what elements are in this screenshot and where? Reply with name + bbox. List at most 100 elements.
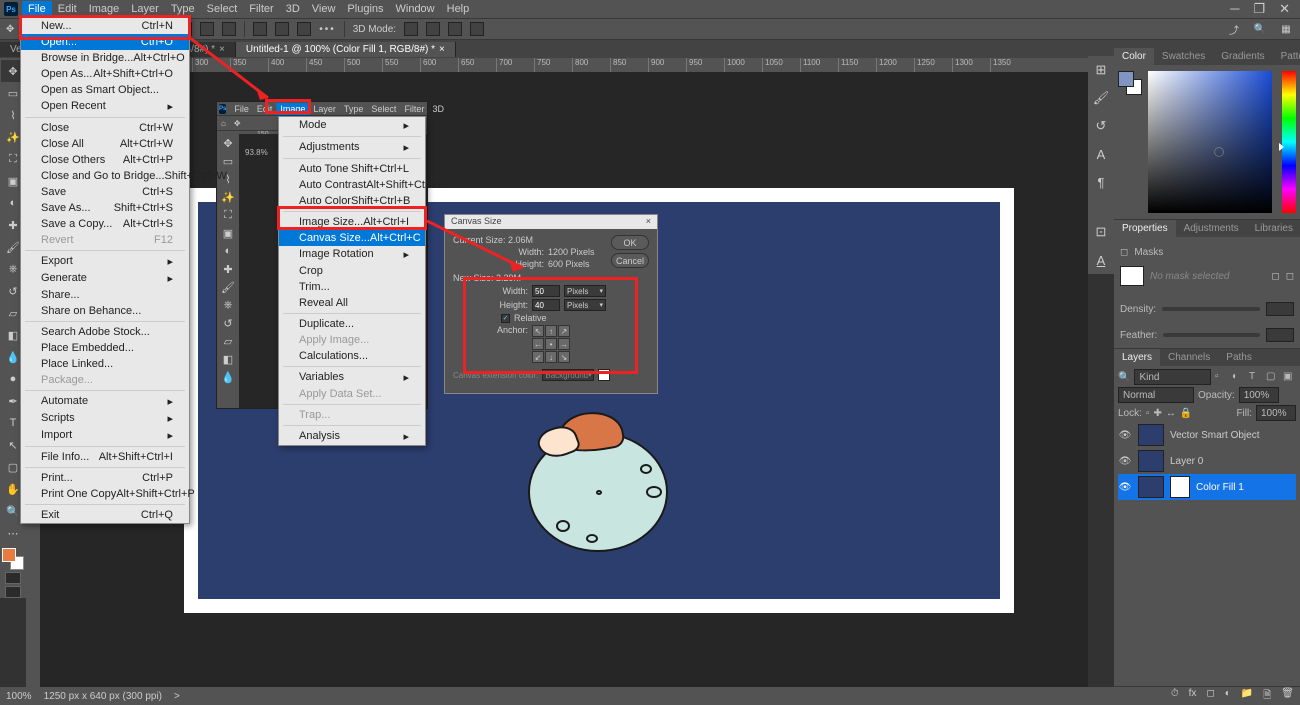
mask-icon[interactable]: ◻ <box>1286 271 1294 282</box>
lock-icon[interactable]: ▫ <box>1146 408 1150 419</box>
menu-file[interactable]: File <box>22 1 52 17</box>
3d-icon[interactable] <box>426 22 440 36</box>
menu-item[interactable]: File Info...Alt+Shift+Ctrl+I <box>21 449 189 465</box>
ok-button[interactable]: OK <box>611 235 649 250</box>
menu-item[interactable]: Search Adobe Stock... <box>21 324 189 340</box>
more-icon[interactable]: ••• <box>319 24 336 35</box>
menu-item[interactable]: Crop <box>279 263 425 279</box>
marquee-tool[interactable]: ▭ <box>220 153 236 169</box>
mask-icon[interactable]: ◻ <box>1271 271 1279 282</box>
edit-toolbar[interactable]: ⋯ <box>1 522 25 544</box>
align-icon[interactable] <box>200 22 214 36</box>
paragraph-icon[interactable]: ¶ <box>1092 174 1110 190</box>
style-icon[interactable]: A <box>1092 252 1110 268</box>
menu-view[interactable]: View <box>306 1 342 17</box>
maximize-icon[interactable]: ❐ <box>1253 1 1265 17</box>
lock-icon[interactable]: ↔ <box>1166 408 1176 419</box>
color-tab[interactable]: Color <box>1114 48 1154 65</box>
home-icon[interactable]: ⌂ <box>221 119 226 128</box>
filter-pixel-icon[interactable]: ▫ <box>1215 371 1228 384</box>
menu-item[interactable]: Open As...Alt+Shift+Ctrl+O <box>21 66 189 82</box>
menu-item[interactable]: Apply Data Set... <box>279 386 425 402</box>
menu-item[interactable]: Duplicate... <box>279 316 425 332</box>
menu-edit[interactable]: Edit <box>52 1 83 17</box>
menu-item[interactable]: RevertF12 <box>21 232 189 248</box>
menu-item[interactable]: Place Embedded... <box>21 340 189 356</box>
mask-thumbnail[interactable] <box>1120 266 1144 286</box>
menu-item[interactable]: Open Recent▸ <box>21 98 189 115</box>
search-icon[interactable]: 🔍 <box>1252 21 1268 37</box>
plugin-icon[interactable]: ⊞ <box>1092 62 1110 78</box>
width-input[interactable] <box>532 285 560 297</box>
fx-icon[interactable]: fx <box>1189 688 1197 705</box>
layer-row[interactable]: 👁 Vector Smart Object <box>1118 422 1296 448</box>
distribute-icon[interactable] <box>253 22 267 36</box>
glyphs-icon[interactable]: ⊡ <box>1092 224 1110 240</box>
menu-item[interactable]: Close and Go to Bridge...Shift+Ctrl+W <box>21 168 189 184</box>
extension-color-select[interactable]: Background <box>542 369 594 381</box>
new-layer-icon[interactable]: 🗎 <box>1263 688 1271 705</box>
menu-window[interactable]: Window <box>390 1 441 17</box>
menu-select[interactable]: Select <box>201 1 244 17</box>
gradient-tool[interactable]: ◧ <box>220 351 236 367</box>
fg-bg-swatches[interactable] <box>2 548 24 570</box>
menu-item[interactable]: Image Rotation▸ <box>279 246 425 263</box>
minimize-icon[interactable]: ─ <box>1230 1 1239 17</box>
menu-item[interactable]: Reveal All <box>279 295 425 311</box>
3d-icon[interactable] <box>448 22 462 36</box>
menu-item[interactable]: Image Size...Alt+Ctrl+I <box>279 214 425 230</box>
menu-item[interactable]: Trim... <box>279 279 425 295</box>
zoom-level[interactable]: 100% <box>6 691 32 702</box>
menu-item[interactable]: Automate▸ <box>21 393 189 410</box>
patterns-tab[interactable]: Patterns <box>1273 48 1300 65</box>
menu-image[interactable]: Image <box>83 1 126 17</box>
stamp-tool[interactable]: ⎈ <box>220 297 236 313</box>
wand-tool[interactable]: ✨ <box>220 189 236 205</box>
text-icon[interactable]: A <box>1092 146 1110 162</box>
mini-menu-layer[interactable]: Layer <box>309 103 340 115</box>
paths-tab[interactable]: Paths <box>1218 349 1260 366</box>
cancel-button[interactable]: Cancel <box>611 253 649 268</box>
extension-color-swatch[interactable] <box>598 369 610 381</box>
visibility-icon[interactable]: 👁 <box>1118 430 1132 441</box>
layer-row[interactable]: 👁 Color Fill 1 <box>1118 474 1296 500</box>
width-unit-select[interactable]: Pixels <box>564 285 606 297</box>
adjustment-icon[interactable]: ◐ <box>1225 688 1231 705</box>
mini-menu-image[interactable]: Image <box>276 103 309 115</box>
menu-3d[interactable]: 3D <box>280 1 306 17</box>
filter-smart-icon[interactable]: ▣ <box>1283 371 1296 384</box>
menu-item[interactable]: Auto ColorShift+Ctrl+B <box>279 193 425 209</box>
history-icon[interactable]: ↺ <box>1092 118 1110 134</box>
dialog-close-icon[interactable]: × <box>646 216 651 228</box>
timeline-icon[interactable]: ⏱ <box>1171 688 1179 705</box>
menu-item[interactable]: Import▸ <box>21 427 189 444</box>
lock-icon[interactable]: 🔒 <box>1180 408 1192 419</box>
distribute-icon[interactable] <box>297 22 311 36</box>
menu-item[interactable]: Browse in Bridge...Alt+Ctrl+O <box>21 50 189 66</box>
menu-item[interactable]: Close AllAlt+Ctrl+W <box>21 136 189 152</box>
menu-item[interactable]: Export▸ <box>21 253 189 270</box>
properties-tab[interactable]: Properties <box>1114 220 1176 237</box>
menu-item[interactable]: Generate▸ <box>21 270 189 287</box>
menu-item[interactable]: Share on Behance... <box>21 303 189 319</box>
menu-item[interactable]: Analysis▸ <box>279 428 425 445</box>
menu-item[interactable]: Auto ToneShift+Ctrl+L <box>279 161 425 177</box>
filter-adj-icon[interactable]: ◐ <box>1232 371 1245 384</box>
layer-row[interactable]: 👁 Layer 0 <box>1118 448 1296 474</box>
menu-item[interactable]: Open...Ctrl+O <box>21 34 189 50</box>
eyedropper-tool[interactable]: ◐ <box>220 243 236 259</box>
mini-menu-select[interactable]: Select <box>367 103 400 115</box>
menu-item[interactable]: Variables▸ <box>279 369 425 386</box>
filter-shape-icon[interactable]: ▢ <box>1266 371 1279 384</box>
relative-checkbox[interactable]: ✓ <box>501 314 510 323</box>
screenmode-icon[interactable] <box>5 586 21 598</box>
channels-tab[interactable]: Channels <box>1160 349 1218 366</box>
doc-info[interactable]: 1250 px x 640 px (300 ppi) <box>44 691 162 702</box>
eraser-tool[interactable]: ▱ <box>220 333 236 349</box>
menu-item[interactable]: Adjustments▸ <box>279 139 425 156</box>
workspace-icon[interactable]: ▦ <box>1278 21 1294 37</box>
adjustments-tab[interactable]: Adjustments <box>1176 220 1247 237</box>
mini-menu-type[interactable]: Type <box>340 103 368 115</box>
menu-item[interactable]: Scripts▸ <box>21 410 189 427</box>
align-icon[interactable] <box>222 22 236 36</box>
